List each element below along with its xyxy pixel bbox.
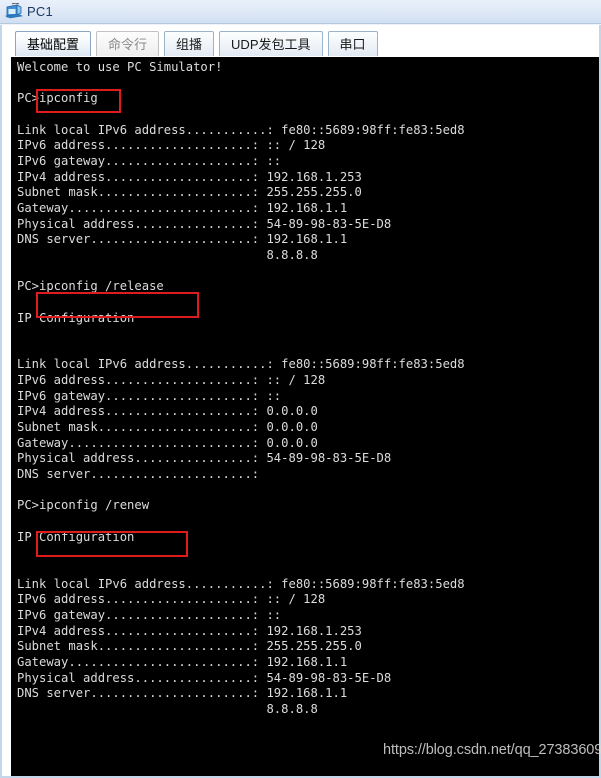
tab-label: 串口 (339, 37, 366, 52)
tab-strip: 基础配置 命令行 组播 UDP发包工具 串口 (0, 25, 601, 57)
tab-serial-port[interactable]: 串口 (327, 31, 378, 56)
terminal-text: Welcome to use PC Simulator! PC>ipconfig… (17, 60, 465, 716)
tab-command-line[interactable]: 命令行 (96, 31, 160, 56)
pc-terminal-icon (4, 2, 24, 21)
tab-label: UDP发包工具 (231, 37, 311, 52)
window-titlebar: PC1 (0, 0, 601, 24)
tab-label: 命令行 (108, 37, 148, 52)
console-panel: Welcome to use PC Simulator! PC>ipconfig… (0, 57, 601, 778)
tab-basic-config[interactable]: 基础配置 (15, 31, 92, 56)
tab-multicast[interactable]: 组播 (164, 31, 215, 56)
terminal-output-area[interactable]: Welcome to use PC Simulator! PC>ipconfig… (11, 57, 599, 776)
window-title: PC1 (27, 4, 53, 19)
watermark: https://blog.csdn.net/qq_27383609 (383, 742, 601, 758)
tab-udp-packet-tool[interactable]: UDP发包工具 (219, 31, 323, 56)
pc1-console-window: PC1 基础配置 命令行 组播 UDP发包工具 串口 Welcome to us… (0, 0, 601, 778)
tab-label: 基础配置 (27, 37, 80, 52)
tab-label: 组播 (176, 37, 203, 52)
